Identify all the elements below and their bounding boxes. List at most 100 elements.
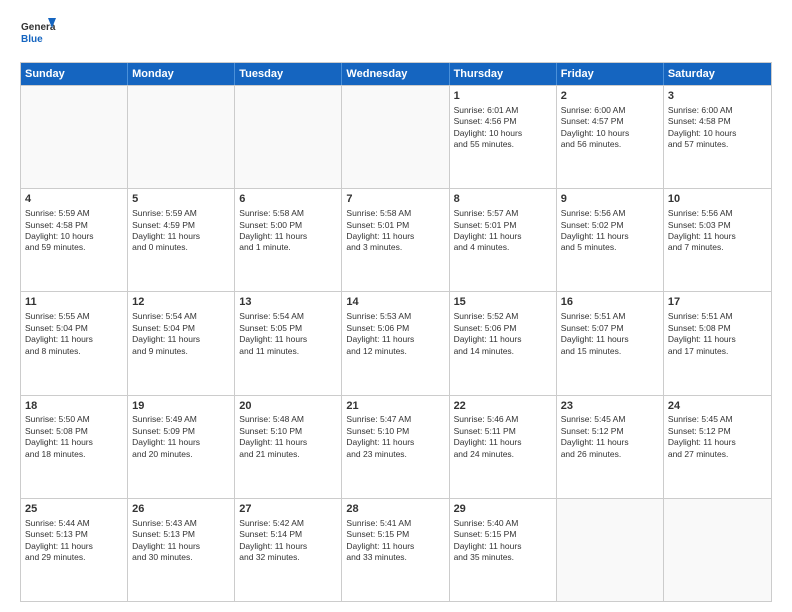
cell-info: Sunset: 5:08 PM bbox=[668, 323, 767, 334]
cell-info: Sunset: 4:57 PM bbox=[561, 116, 659, 127]
calendar-cell bbox=[342, 86, 449, 188]
calendar-cell: 26Sunrise: 5:43 AMSunset: 5:13 PMDayligh… bbox=[128, 499, 235, 601]
cell-info: and 12 minutes. bbox=[346, 346, 444, 357]
cell-info: and 27 minutes. bbox=[668, 449, 767, 460]
cell-info: Sunrise: 5:49 AM bbox=[132, 414, 230, 425]
cell-info: Sunrise: 5:48 AM bbox=[239, 414, 337, 425]
cell-info: Sunset: 5:14 PM bbox=[239, 529, 337, 540]
calendar-cell: 6Sunrise: 5:58 AMSunset: 5:00 PMDaylight… bbox=[235, 189, 342, 291]
cell-info: Sunset: 5:06 PM bbox=[454, 323, 552, 334]
cell-info: Sunrise: 6:00 AM bbox=[561, 105, 659, 116]
cell-info: and 21 minutes. bbox=[239, 449, 337, 460]
logo-icon: General Blue bbox=[20, 16, 56, 52]
cell-info: Sunrise: 5:46 AM bbox=[454, 414, 552, 425]
cell-info: Daylight: 11 hours bbox=[668, 334, 767, 345]
cell-info: Sunrise: 5:51 AM bbox=[561, 311, 659, 322]
calendar-cell: 3Sunrise: 6:00 AMSunset: 4:58 PMDaylight… bbox=[664, 86, 771, 188]
day-number: 4 bbox=[25, 192, 123, 207]
cell-info: Sunset: 5:07 PM bbox=[561, 323, 659, 334]
cell-info: Sunrise: 6:00 AM bbox=[668, 105, 767, 116]
calendar-cell: 5Sunrise: 5:59 AMSunset: 4:59 PMDaylight… bbox=[128, 189, 235, 291]
cell-info: Daylight: 11 hours bbox=[346, 231, 444, 242]
cell-info: Daylight: 11 hours bbox=[454, 334, 552, 345]
cell-info: Sunset: 5:15 PM bbox=[454, 529, 552, 540]
cell-info: Daylight: 11 hours bbox=[561, 231, 659, 242]
calendar-cell: 7Sunrise: 5:58 AMSunset: 5:01 PMDaylight… bbox=[342, 189, 449, 291]
cell-info: Sunset: 5:09 PM bbox=[132, 426, 230, 437]
calendar-cell: 20Sunrise: 5:48 AMSunset: 5:10 PMDayligh… bbox=[235, 396, 342, 498]
cell-info: Daylight: 11 hours bbox=[454, 541, 552, 552]
calendar-cell: 24Sunrise: 5:45 AMSunset: 5:12 PMDayligh… bbox=[664, 396, 771, 498]
cell-info: Daylight: 11 hours bbox=[668, 437, 767, 448]
cell-info: Sunrise: 5:45 AM bbox=[668, 414, 767, 425]
cell-info: Sunset: 5:02 PM bbox=[561, 220, 659, 231]
calendar-header-saturday: Saturday bbox=[664, 63, 771, 85]
day-number: 5 bbox=[132, 192, 230, 207]
calendar-row-1: 1Sunrise: 6:01 AMSunset: 4:56 PMDaylight… bbox=[21, 85, 771, 188]
calendar-header-row: SundayMondayTuesdayWednesdayThursdayFrid… bbox=[21, 63, 771, 85]
cell-info: Sunrise: 5:57 AM bbox=[454, 208, 552, 219]
calendar-cell: 17Sunrise: 5:51 AMSunset: 5:08 PMDayligh… bbox=[664, 292, 771, 394]
calendar-cell: 28Sunrise: 5:41 AMSunset: 5:15 PMDayligh… bbox=[342, 499, 449, 601]
header: General Blue bbox=[20, 16, 772, 52]
cell-info: Daylight: 11 hours bbox=[668, 231, 767, 242]
cell-info: and 0 minutes. bbox=[132, 242, 230, 253]
day-number: 2 bbox=[561, 89, 659, 104]
cell-info: Daylight: 11 hours bbox=[239, 231, 337, 242]
cell-info: and 14 minutes. bbox=[454, 346, 552, 357]
cell-info: and 24 minutes. bbox=[454, 449, 552, 460]
calendar-cell: 14Sunrise: 5:53 AMSunset: 5:06 PMDayligh… bbox=[342, 292, 449, 394]
calendar-cell: 12Sunrise: 5:54 AMSunset: 5:04 PMDayligh… bbox=[128, 292, 235, 394]
calendar-cell: 9Sunrise: 5:56 AMSunset: 5:02 PMDaylight… bbox=[557, 189, 664, 291]
calendar-cell: 1Sunrise: 6:01 AMSunset: 4:56 PMDaylight… bbox=[450, 86, 557, 188]
cell-info: Daylight: 11 hours bbox=[25, 437, 123, 448]
day-number: 22 bbox=[454, 399, 552, 414]
cell-info: Sunset: 5:13 PM bbox=[25, 529, 123, 540]
cell-info: and 30 minutes. bbox=[132, 552, 230, 563]
cell-info: Daylight: 11 hours bbox=[25, 541, 123, 552]
calendar-cell: 13Sunrise: 5:54 AMSunset: 5:05 PMDayligh… bbox=[235, 292, 342, 394]
calendar-cell bbox=[235, 86, 342, 188]
day-number: 8 bbox=[454, 192, 552, 207]
cell-info: Daylight: 11 hours bbox=[132, 231, 230, 242]
calendar-header-sunday: Sunday bbox=[21, 63, 128, 85]
day-number: 24 bbox=[668, 399, 767, 414]
cell-info: Daylight: 10 hours bbox=[561, 128, 659, 139]
calendar-header-thursday: Thursday bbox=[450, 63, 557, 85]
day-number: 19 bbox=[132, 399, 230, 414]
calendar-cell: 22Sunrise: 5:46 AMSunset: 5:11 PMDayligh… bbox=[450, 396, 557, 498]
cell-info: Daylight: 11 hours bbox=[239, 541, 337, 552]
day-number: 7 bbox=[346, 192, 444, 207]
calendar-cell: 27Sunrise: 5:42 AMSunset: 5:14 PMDayligh… bbox=[235, 499, 342, 601]
cell-info: Sunrise: 5:40 AM bbox=[454, 518, 552, 529]
cell-info: Sunrise: 5:59 AM bbox=[25, 208, 123, 219]
cell-info: Daylight: 10 hours bbox=[25, 231, 123, 242]
calendar-cell bbox=[664, 499, 771, 601]
day-number: 3 bbox=[668, 89, 767, 104]
calendar-cell: 21Sunrise: 5:47 AMSunset: 5:10 PMDayligh… bbox=[342, 396, 449, 498]
cell-info: Sunrise: 5:52 AM bbox=[454, 311, 552, 322]
day-number: 28 bbox=[346, 502, 444, 517]
cell-info: Sunset: 5:12 PM bbox=[561, 426, 659, 437]
cell-info: and 35 minutes. bbox=[454, 552, 552, 563]
cell-info: Sunrise: 5:54 AM bbox=[132, 311, 230, 322]
day-number: 9 bbox=[561, 192, 659, 207]
cell-info: and 33 minutes. bbox=[346, 552, 444, 563]
cell-info: and 17 minutes. bbox=[668, 346, 767, 357]
calendar-cell bbox=[557, 499, 664, 601]
cell-info: and 29 minutes. bbox=[25, 552, 123, 563]
cell-info: Sunrise: 5:53 AM bbox=[346, 311, 444, 322]
cell-info: and 5 minutes. bbox=[561, 242, 659, 253]
calendar-row-2: 4Sunrise: 5:59 AMSunset: 4:58 PMDaylight… bbox=[21, 188, 771, 291]
day-number: 17 bbox=[668, 295, 767, 310]
cell-info: and 56 minutes. bbox=[561, 139, 659, 150]
cell-info: Sunrise: 5:47 AM bbox=[346, 414, 444, 425]
day-number: 11 bbox=[25, 295, 123, 310]
cell-info: and 26 minutes. bbox=[561, 449, 659, 460]
day-number: 18 bbox=[25, 399, 123, 414]
logo: General Blue bbox=[20, 16, 56, 52]
svg-text:Blue: Blue bbox=[21, 34, 43, 45]
cell-info: and 7 minutes. bbox=[668, 242, 767, 253]
cell-info: and 4 minutes. bbox=[454, 242, 552, 253]
calendar-body: 1Sunrise: 6:01 AMSunset: 4:56 PMDaylight… bbox=[21, 85, 771, 601]
